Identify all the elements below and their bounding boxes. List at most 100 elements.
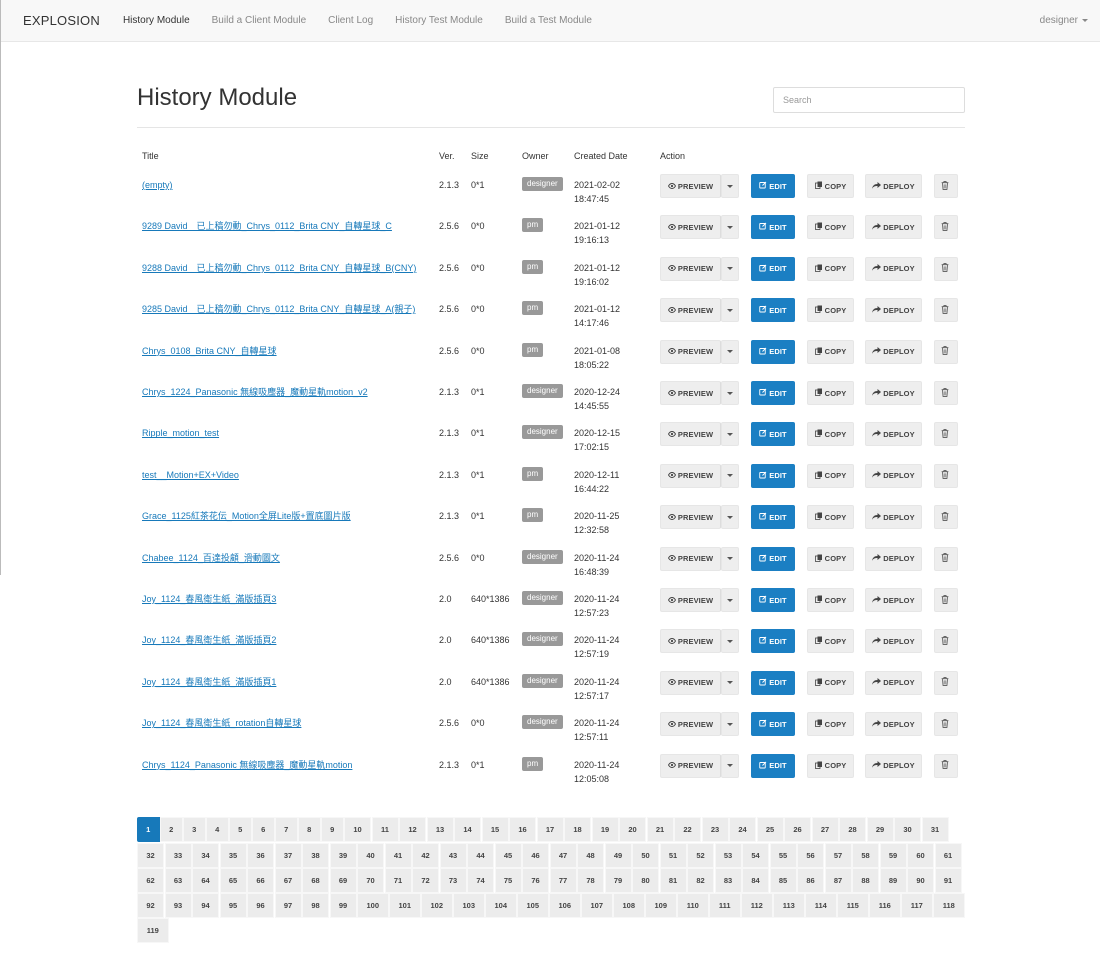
module-title-link[interactable]: Joy_1124_春風衛生紙_滿版插頁3 [142,592,427,606]
module-title-link[interactable]: Joy_1124_春風衛生紙_滿版插頁1 [142,675,427,689]
page-53-button[interactable]: 53 [714,843,742,868]
page-81-button[interactable]: 81 [659,868,687,893]
edit-button[interactable]: EDIT [751,670,795,695]
page-66-button[interactable]: 66 [247,868,274,893]
module-title-link[interactable]: Chrys_1224_Panasonic 無線吸塵器_魔動星軌motion_v2 [142,385,427,399]
preview-button[interactable]: PREVIEW [660,174,721,198]
page-73-button[interactable]: 73 [439,868,467,893]
nav-history-test-module[interactable]: History Test Module [384,15,494,26]
edit-button[interactable]: EDIT [751,215,795,240]
deploy-button[interactable]: DEPLOY [865,256,922,281]
page-102-button[interactable]: 102 [421,893,453,918]
preview-button[interactable]: PREVIEW [660,546,721,571]
page-16-button[interactable]: 16 [509,817,536,842]
page-87-button[interactable]: 87 [824,868,852,893]
preview-dropdown-toggle[interactable] [721,174,739,198]
copy-button[interactable]: COPY [807,339,854,364]
delete-button[interactable] [934,670,958,695]
page-118-button[interactable]: 118 [933,893,965,918]
page-84-button[interactable]: 84 [742,868,769,893]
page-19-button[interactable]: 19 [591,817,619,842]
delete-button[interactable] [934,422,958,447]
preview-button[interactable]: PREVIEW [660,588,721,612]
module-title-link[interactable]: Chrys_0108_Brita CNY_自轉星球 [142,344,427,358]
preview-dropdown-toggle[interactable] [721,588,739,612]
edit-button[interactable]: EDIT [751,546,795,571]
page-3-button[interactable]: 3 [183,817,206,842]
page-24-button[interactable]: 24 [729,817,756,842]
page-27-button[interactable]: 27 [811,817,839,842]
preview-dropdown-toggle[interactable] [721,339,739,364]
module-title-link[interactable]: test__Motion+EX+Video [142,468,427,482]
page-28-button[interactable]: 28 [839,817,866,842]
page-52-button[interactable]: 52 [687,843,714,868]
page-62-button[interactable]: 62 [137,868,164,893]
page-77-button[interactable]: 77 [549,868,577,893]
page-68-button[interactable]: 68 [302,868,329,893]
page-48-button[interactable]: 48 [577,843,604,868]
page-115-button[interactable]: 115 [837,893,869,918]
deploy-button[interactable]: DEPLOY [865,712,922,737]
page-10-button[interactable]: 10 [344,817,371,842]
delete-button[interactable] [934,712,958,737]
preview-button[interactable]: PREVIEW [660,381,721,405]
nav-client-log[interactable]: Client Log [317,15,384,26]
page-7-button[interactable]: 7 [275,817,298,842]
page-38-button[interactable]: 38 [302,843,329,868]
delete-button[interactable] [934,215,958,240]
preview-dropdown-toggle[interactable] [721,629,739,654]
page-94-button[interactable]: 94 [192,893,219,918]
page-111-button[interactable]: 111 [709,893,741,918]
page-23-button[interactable]: 23 [701,817,729,842]
page-63-button[interactable]: 63 [164,868,192,893]
copy-button[interactable]: COPY [807,256,854,281]
edit-button[interactable]: EDIT [751,712,795,737]
delete-button[interactable] [934,256,958,281]
page-42-button[interactable]: 42 [412,843,439,868]
preview-dropdown-toggle[interactable] [721,505,739,530]
page-114-button[interactable]: 114 [805,893,837,918]
page-8-button[interactable]: 8 [298,817,321,842]
preview-dropdown-toggle[interactable] [721,422,739,447]
page-91-button[interactable]: 91 [934,868,962,893]
page-40-button[interactable]: 40 [357,843,384,868]
page-104-button[interactable]: 104 [485,893,517,918]
page-82-button[interactable]: 82 [687,868,714,893]
module-title-link[interactable]: Joy_1124_春風衛生紙_rotation自轉星球 [142,716,427,730]
deploy-button[interactable]: DEPLOY [865,298,922,323]
page-93-button[interactable]: 93 [164,893,192,918]
page-75-button[interactable]: 75 [494,868,522,893]
page-69-button[interactable]: 69 [329,868,357,893]
module-title-link[interactable]: Joy_1124_春風衛生紙_滿版插頁2 [142,633,427,647]
page-29-button[interactable]: 29 [866,817,894,842]
preview-dropdown-toggle[interactable] [721,546,739,571]
delete-button[interactable] [934,505,958,530]
preview-button[interactable]: PREVIEW [660,670,721,695]
edit-button[interactable]: EDIT [751,256,795,281]
preview-dropdown-toggle[interactable] [721,670,739,695]
copy-button[interactable]: COPY [807,174,854,198]
page-47-button[interactable]: 47 [549,843,577,868]
nav-build-test-module[interactable]: Build a Test Module [494,15,603,26]
page-30-button[interactable]: 30 [894,817,921,842]
page-72-button[interactable]: 72 [412,868,439,893]
page-70-button[interactable]: 70 [357,868,384,893]
page-54-button[interactable]: 54 [742,843,769,868]
nav-history-module[interactable]: History Module [112,15,201,26]
copy-button[interactable]: COPY [807,629,854,654]
page-79-button[interactable]: 79 [604,868,632,893]
deploy-button[interactable]: DEPLOY [865,588,922,612]
delete-button[interactable] [934,381,958,405]
page-13-button[interactable]: 13 [426,817,454,842]
deploy-button[interactable]: DEPLOY [865,463,922,488]
page-99-button[interactable]: 99 [329,893,357,918]
preview-button[interactable]: PREVIEW [660,298,721,323]
edit-button[interactable]: EDIT [751,588,795,612]
page-5-button[interactable]: 5 [229,817,252,842]
page-41-button[interactable]: 41 [384,843,412,868]
preview-button[interactable]: PREVIEW [660,753,721,778]
page-96-button[interactable]: 96 [247,893,274,918]
edit-button[interactable]: EDIT [751,339,795,364]
edit-button[interactable]: EDIT [751,422,795,447]
delete-button[interactable] [934,546,958,571]
